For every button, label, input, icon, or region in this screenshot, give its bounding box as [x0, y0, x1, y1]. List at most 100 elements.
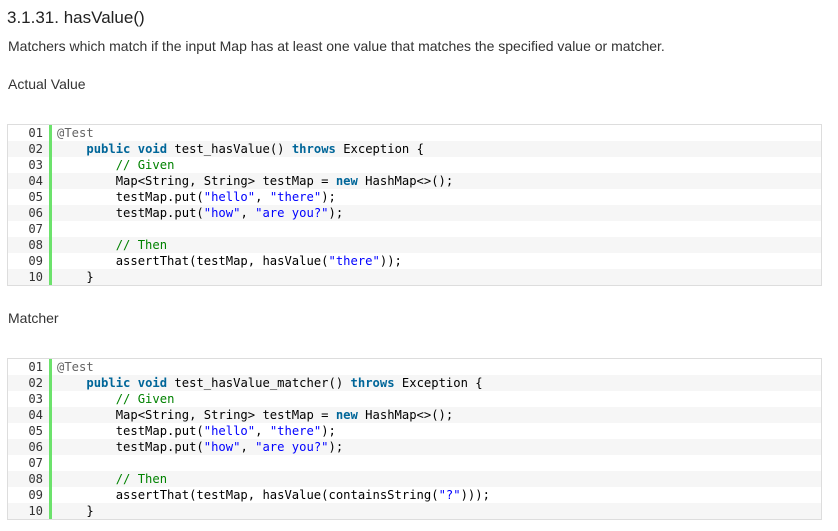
line-number: 01 [8, 125, 52, 141]
code-line: 04 Map<String, String> testMap = new Has… [8, 407, 821, 423]
code-token: // Given [115, 158, 175, 172]
line-code: assertThat(testMap, hasValue(containsStr… [52, 487, 821, 503]
line-number: 09 [8, 253, 52, 269]
code-token: public [86, 376, 131, 390]
section-title: 3.1.31. hasValue() [7, 8, 145, 27]
code-token: new [335, 408, 358, 422]
code-line: 07 [8, 455, 821, 471]
code-line: 07 [8, 221, 821, 237]
line-number: 10 [8, 503, 52, 519]
code-line: 08 // Then [8, 471, 821, 487]
code-token: "how" [203, 206, 241, 220]
code-line: 10 } [8, 269, 821, 285]
code-token: Exception { [335, 142, 424, 156]
line-code: @Test [52, 125, 821, 141]
code-token: ))); [460, 488, 490, 502]
code-token: "are you?" [255, 206, 329, 220]
code-line: 03 // Given [8, 391, 821, 407]
code-block-matcher: 01 @Test 02 public void test_hasValue_matc… [7, 358, 822, 520]
code-line: 05 testMap.put("hello", "there"); [8, 189, 821, 205]
line-code: public void test_hasValue() throws Excep… [52, 141, 821, 157]
code-token: HashMap<>(); [357, 408, 454, 422]
code-token: "there" [328, 254, 380, 268]
line-number: 05 [8, 423, 52, 439]
line-code: testMap.put("how", "are you?"); [52, 205, 821, 221]
code-token: } [57, 504, 94, 518]
line-number: 08 [8, 471, 52, 487]
code-token: // Then [115, 238, 168, 252]
line-code: assertThat(testMap, hasValue("there")); [52, 253, 821, 269]
line-code: // Given [52, 391, 821, 407]
line-number: 06 [8, 205, 52, 221]
code-token: ); [328, 440, 344, 454]
code-token: "hello" [203, 190, 256, 204]
line-code: } [52, 503, 821, 519]
line-number: 07 [8, 455, 52, 471]
code-token: assertThat(testMap, hasValue( [57, 254, 329, 268]
line-number: 10 [8, 269, 52, 285]
code-token: "there" [269, 424, 322, 438]
code-token: testMap.put( [57, 440, 204, 454]
line-number: 04 [8, 173, 52, 189]
line-code: // Given [52, 157, 821, 173]
code-token: new [335, 174, 358, 188]
line-code: testMap.put("hello", "there"); [52, 189, 821, 205]
code-token: testMap.put( [57, 190, 204, 204]
code-block-actual-value: 01 @Test 02 public void test_hasValue() th… [7, 124, 822, 286]
code-line: 04 Map<String, String> testMap = new Has… [8, 173, 821, 189]
code-line: 10 } [8, 503, 821, 519]
line-number: 02 [8, 141, 52, 157]
code-token: HashMap<>(); [357, 174, 454, 188]
line-number: 08 [8, 237, 52, 253]
code-line: 06 testMap.put("how", "are you?"); [8, 205, 821, 221]
line-number: 01 [8, 359, 52, 375]
code-token: ); [321, 190, 336, 204]
code-token: @Test [57, 126, 94, 140]
code-line: 01 @Test [8, 359, 821, 375]
line-number: 04 [8, 407, 52, 423]
code-token: "?" [438, 488, 461, 502]
code-token: ); [321, 424, 336, 438]
line-code: public void test_hasValue_matcher() thro… [52, 375, 821, 391]
line-code: @Test [52, 359, 821, 375]
code-token: void [137, 376, 168, 390]
line-number: 05 [8, 189, 52, 205]
code-token: , [240, 440, 256, 454]
code-token: // Then [115, 472, 168, 486]
code-token: Exception { [394, 376, 483, 390]
code-token: testMap.put( [57, 424, 204, 438]
code-token: public [86, 142, 131, 156]
example-label-matcher: Matcher [8, 310, 59, 326]
code-token: , [240, 206, 256, 220]
code-token: throws [350, 376, 395, 390]
code-token: // Given [115, 392, 175, 406]
code-line: 09 assertThat(testMap, hasValue(contains… [8, 487, 821, 503]
line-code: testMap.put("how", "are you?"); [52, 439, 821, 455]
line-number: 03 [8, 157, 52, 173]
line-number: 03 [8, 391, 52, 407]
line-number: 02 [8, 375, 52, 391]
code-token: testMap.put( [57, 206, 204, 220]
line-number: 09 [8, 487, 52, 503]
code-token: "hello" [203, 424, 256, 438]
code-token: "are you?" [255, 440, 329, 454]
code-token: test_hasValue() [167, 142, 292, 156]
code-token: @Test [57, 360, 94, 374]
line-code: Map<String, String> testMap = new HashMa… [52, 173, 821, 189]
code-line: 02 public void test_hasValue_matcher() t… [8, 375, 821, 391]
line-code: } [52, 269, 821, 285]
line-code: // Then [52, 471, 821, 487]
code-token: } [57, 270, 94, 284]
code-token: "there" [269, 190, 322, 204]
code-line: 01 @Test [8, 125, 821, 141]
code-token: )); [379, 254, 402, 268]
